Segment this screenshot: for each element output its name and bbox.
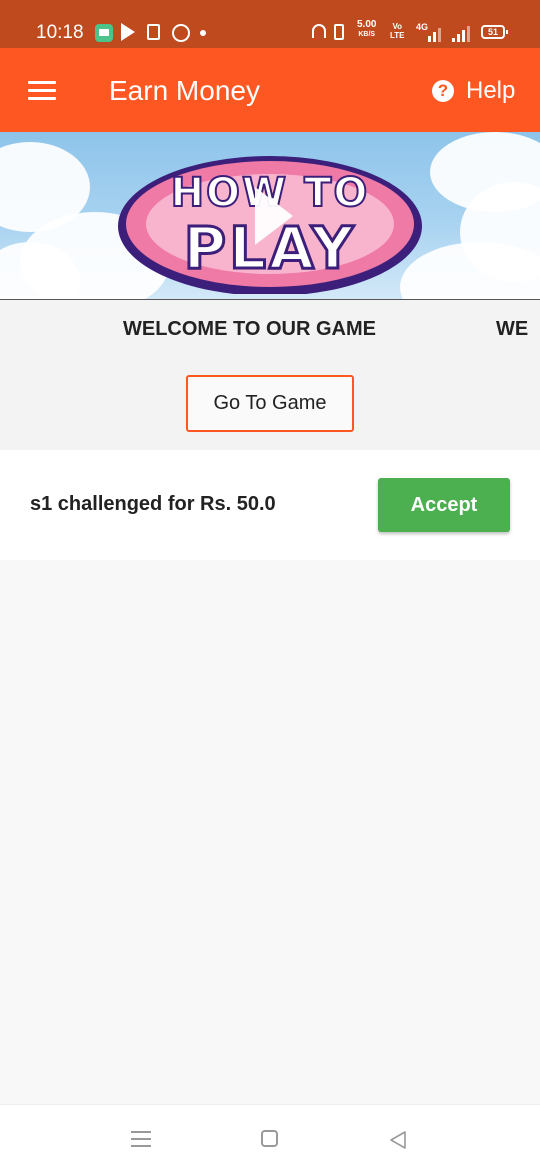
network-type: 4G bbox=[416, 22, 429, 32]
signal-icon bbox=[428, 24, 442, 42]
challenge-list-item: s1 challenged for Rs. 50.0 Accept bbox=[0, 450, 540, 560]
home-icon[interactable] bbox=[261, 1130, 278, 1147]
help-icon: ? bbox=[432, 80, 454, 102]
network-speed-value: 5.00 bbox=[357, 19, 377, 30]
welcome-marquee-repeat: WE bbox=[496, 318, 529, 340]
back-icon[interactable] bbox=[388, 1130, 408, 1150]
volte-indicator: Vo LTE bbox=[390, 22, 405, 40]
help-label: Help bbox=[466, 77, 516, 104]
vibrate-icon bbox=[334, 24, 344, 40]
welcome-marquee: WELCOME TO OUR GAME bbox=[123, 318, 376, 340]
recent-apps-icon[interactable] bbox=[131, 1131, 151, 1147]
app-bar: Earn Money ? Help bbox=[0, 48, 540, 132]
play-icon[interactable] bbox=[255, 187, 293, 245]
status-bar: 10:18 5.00 KB/S Vo LTE 4G 51 bbox=[0, 0, 540, 48]
go-to-game-button[interactable]: Go To Game bbox=[186, 375, 354, 432]
messages-icon bbox=[95, 24, 113, 42]
copy-icon bbox=[147, 24, 160, 40]
volte-top: Vo bbox=[392, 22, 403, 31]
help-button[interactable]: ? Help bbox=[432, 76, 515, 106]
welcome-section: WELCOME TO OUR GAME WE Go To Game bbox=[0, 300, 540, 450]
play-store-icon bbox=[121, 23, 135, 41]
network-speed-unit: KB/S bbox=[358, 31, 376, 38]
battery-icon: 51 bbox=[481, 25, 508, 39]
dot-icon bbox=[200, 30, 206, 36]
status-time: 10:18 bbox=[36, 22, 84, 43]
hamburger-menu-icon[interactable] bbox=[28, 81, 56, 101]
network-speed: 5.00 KB/S bbox=[357, 20, 376, 40]
how-to-play-banner[interactable]: HOW TO PLAY bbox=[0, 132, 540, 300]
headset-icon bbox=[312, 24, 326, 38]
empty-content-area bbox=[0, 560, 540, 1104]
accept-button[interactable]: Accept bbox=[378, 478, 510, 532]
signal-icon-2 bbox=[452, 24, 470, 42]
challenge-text: s1 challenged for Rs. 50.0 bbox=[30, 493, 276, 515]
system-nav-bar bbox=[0, 1104, 540, 1170]
volte-bottom: LTE bbox=[390, 31, 405, 40]
whatsapp-icon bbox=[172, 24, 190, 42]
app-title: Earn Money bbox=[109, 75, 260, 106]
